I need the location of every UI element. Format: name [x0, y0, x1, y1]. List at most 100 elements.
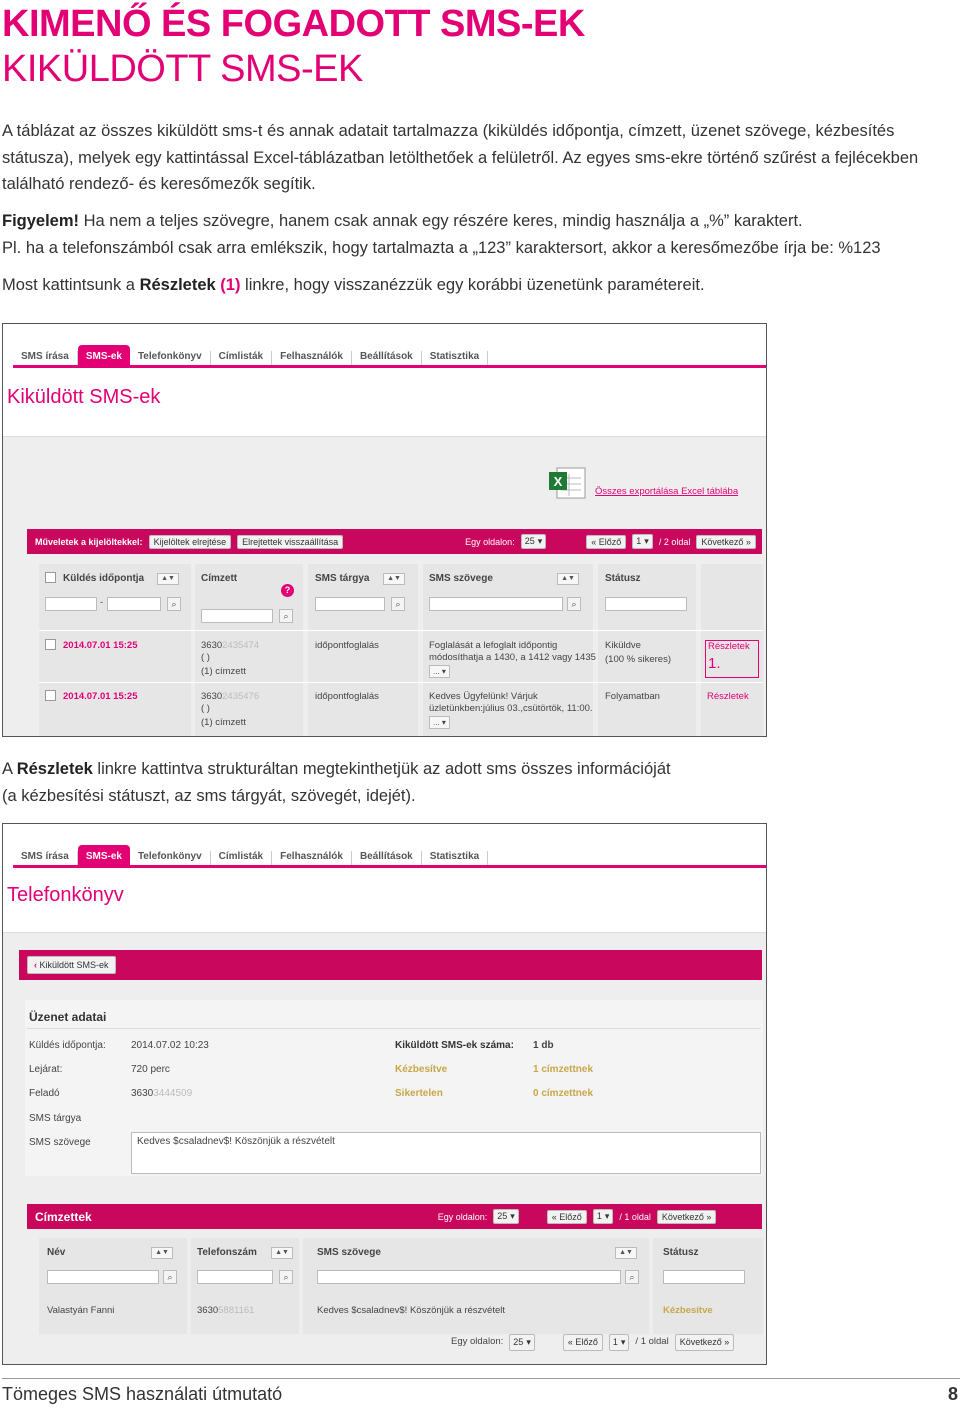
sort-arrows-icon[interactable]: ▲▼: [151, 1247, 173, 1259]
col-header-date[interactable]: Küldés időpontja: [63, 573, 144, 584]
tab-settings[interactable]: Beállítások: [352, 851, 422, 865]
field-label: SMS szövege: [29, 1137, 91, 1148]
date-to-field[interactable]: [107, 597, 161, 611]
export-excel-link[interactable]: Összes exportálása Excel táblába: [595, 486, 738, 499]
prev-page-button[interactable]: « Előző: [562, 1334, 603, 1351]
details-link[interactable]: Részletek: [707, 691, 749, 704]
page-select[interactable]: 1: [592, 1209, 614, 1224]
tab-sms-write[interactable]: SMS írása: [13, 351, 78, 365]
subject-filter-field[interactable]: [315, 597, 385, 611]
page-select[interactable]: 1: [608, 1334, 630, 1351]
next-page-button[interactable]: Következő »: [674, 1334, 735, 1351]
row-status-rate: (100 % sikeres): [605, 654, 671, 665]
intro-paragraph: A táblázat az összes kiküldött sms-t és …: [2, 122, 919, 193]
select-all-checkbox[interactable]: [45, 572, 56, 583]
divider: [27, 1028, 761, 1029]
phone-filter-field[interactable]: [197, 1270, 273, 1284]
actions-bar: Műveletek a kijelöltekkel: Kijelöltek el…: [27, 529, 762, 554]
page-of-label: / 1 oldal: [619, 1211, 651, 1222]
per-page-select[interactable]: 25: [493, 1209, 519, 1224]
col-header-subject[interactable]: SMS tárgya: [315, 573, 369, 584]
main-nav: SMS írása SMS-ek Telefonkönyv Címlisták …: [13, 842, 766, 868]
row-recipient-count[interactable]: (1) címzett: [201, 666, 246, 679]
recipient-text: Kedves $csaladnev$! Köszönjük a részvéte…: [317, 1305, 505, 1316]
warning-paragraph: Figyelem! Ha nem a teljes szövegre, hane…: [2, 208, 957, 235]
col-header-phone[interactable]: Telefonszám: [197, 1247, 257, 1258]
help-icon[interactable]: ?: [281, 584, 294, 597]
text-filter-field[interactable]: [317, 1270, 621, 1284]
row-subject: időpontfoglalás: [315, 691, 379, 702]
status-filter-select[interactable]: [605, 597, 687, 611]
sort-arrows-icon[interactable]: ▲▼: [271, 1247, 293, 1259]
footer-title: Tömeges SMS használati útmutató: [2, 1384, 283, 1404]
search-icon[interactable]: ⌕: [279, 1270, 293, 1284]
next-page-button[interactable]: Következő »: [656, 1209, 717, 1224]
tab-settings[interactable]: Beállítások: [352, 351, 422, 365]
tab-sms-list[interactable]: SMS-ek: [77, 845, 130, 865]
bottom-pager: Egy oldalon: 25 « Előző 1 / 1 oldal Köve…: [451, 1334, 735, 1351]
date-range-separator: -: [100, 597, 104, 608]
main-nav: SMS írása SMS-ek Telefonkönyv Címlisták …: [13, 342, 766, 368]
details-link[interactable]: Részletek 1.: [705, 640, 759, 678]
sort-arrows-icon[interactable]: ▲▼: [383, 573, 405, 585]
row-date: 2014.07.01 15:25: [63, 640, 138, 651]
back-button[interactable]: ‹ Kiküldött SMS-ek: [27, 956, 116, 974]
date-from-field[interactable]: [45, 597, 97, 611]
col-header-status[interactable]: Státusz: [663, 1247, 699, 1258]
restore-hidden-button[interactable]: Elrejtettek visszaállítása: [237, 534, 344, 549]
instruction-after: linkre, hogy visszanézzük egy korábbi üz…: [240, 276, 705, 294]
prev-page-button[interactable]: « Előző: [546, 1209, 587, 1224]
instruction-paragraph: Most kattintsunk a Részletek (1) linkre,…: [2, 272, 957, 299]
prev-page-button[interactable]: « Előző: [586, 534, 627, 549]
row-recipient: 36302435476: [201, 691, 260, 702]
search-icon[interactable]: ⌕: [391, 597, 405, 611]
tab-address-lists[interactable]: Címlisták: [211, 851, 273, 865]
search-icon[interactable]: ⌕: [163, 1270, 177, 1284]
tab-sms-write[interactable]: SMS írása: [13, 851, 78, 865]
search-icon[interactable]: ⌕: [625, 1270, 639, 1284]
callout-number: 1.: [708, 654, 721, 672]
row-checkbox[interactable]: [45, 639, 56, 650]
more-dropdown[interactable]: ... ▾: [429, 716, 450, 729]
tab-users[interactable]: Felhasználók: [272, 851, 352, 865]
row-checkbox[interactable]: [45, 690, 56, 701]
col-header-text[interactable]: SMS szövege: [429, 573, 493, 584]
tab-phonebook[interactable]: Telefonkönyv: [130, 851, 211, 865]
field-value: 720 perc: [131, 1064, 170, 1075]
warning-text: Ha nem a teljes szövegre, hanem csak ann…: [79, 212, 803, 230]
recipients-bar: Címzettek Egy oldalon: 25 « Előző 1 / 1 …: [27, 1204, 762, 1229]
text-filter-field[interactable]: [429, 597, 563, 611]
tab-phonebook[interactable]: Telefonkönyv: [130, 351, 211, 365]
recipient-filter-field[interactable]: [201, 609, 273, 623]
tab-address-lists[interactable]: Címlisták: [211, 351, 273, 365]
row-separator: [39, 630, 763, 631]
per-page-select[interactable]: 25: [520, 534, 547, 549]
col-header-status[interactable]: Státusz: [605, 573, 641, 584]
sort-arrows-icon[interactable]: ▲▼: [157, 573, 179, 585]
per-page-select[interactable]: 25: [509, 1334, 535, 1351]
sort-arrows-icon[interactable]: ▲▼: [557, 573, 579, 585]
search-icon[interactable]: ⌕: [567, 597, 581, 611]
sms-text-box: Kedves $csaladnev$! Köszönjük a részvéte…: [131, 1132, 761, 1174]
more-dropdown[interactable]: ... ▾: [429, 665, 450, 678]
screenshot-sms-details: SMS írása SMS-ek Telefonkönyv Címlisták …: [2, 823, 767, 1365]
name-filter-field[interactable]: [47, 1270, 159, 1284]
tab-statistics[interactable]: Statisztika: [422, 351, 489, 365]
col-header-text[interactable]: SMS szövege: [317, 1247, 381, 1258]
page-select[interactable]: 1: [632, 534, 653, 549]
tab-users[interactable]: Felhasználók: [272, 351, 352, 365]
search-icon[interactable]: ⌕: [167, 597, 181, 611]
col-header-recipient[interactable]: Címzett: [201, 573, 237, 584]
search-icon[interactable]: ⌕: [279, 609, 293, 623]
row-recipient-count[interactable]: (1) címzett: [201, 717, 246, 730]
next-page-button[interactable]: Következő »: [696, 534, 756, 549]
tab-sms-list[interactable]: SMS-ek: [77, 345, 130, 365]
sort-arrows-icon[interactable]: ▲▼: [615, 1247, 637, 1259]
per-page-label: Egy oldalon:: [437, 1211, 488, 1222]
col-header-name[interactable]: Név: [47, 1247, 65, 1258]
status-filter-select[interactable]: [663, 1270, 745, 1284]
tab-statistics[interactable]: Statisztika: [422, 851, 489, 865]
per-page-label: Egy oldalon:: [465, 536, 515, 547]
failed-label: Sikertelen: [395, 1088, 443, 1099]
hide-selected-button[interactable]: Kijelöltek elrejtése: [148, 534, 232, 549]
